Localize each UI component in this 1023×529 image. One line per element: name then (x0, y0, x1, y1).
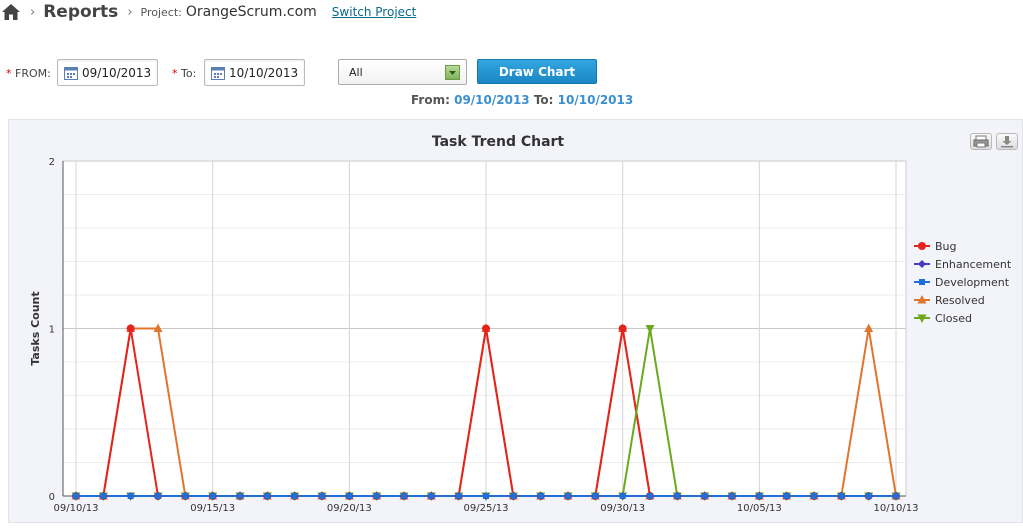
data-point (701, 493, 708, 499)
data-point (127, 493, 134, 499)
to-date-value: 10/10/2013 (229, 65, 299, 80)
y-tick-label: 0 (49, 492, 55, 503)
data-point (319, 493, 325, 499)
y-axis-label: Tasks Count (29, 291, 42, 365)
legend-item-label: Enhancement (935, 258, 1012, 271)
data-point (783, 493, 790, 499)
data-point (73, 493, 79, 499)
page-title: Reports (43, 2, 119, 22)
data-point (537, 493, 544, 499)
from-date-value: 09/10/2013 (82, 65, 152, 80)
chart-title: Task Trend Chart (432, 134, 565, 150)
type-select[interactable]: All (338, 59, 467, 85)
legend-item-label: Resolved (935, 294, 985, 307)
legend-marker (918, 260, 926, 268)
legend-item-label: Development (935, 276, 1010, 289)
switch-project-link[interactable]: Switch Project (332, 5, 417, 19)
export-button[interactable] (996, 133, 1018, 150)
task-trend-chart: 0 1 2 09/10/13 09/15/13 09/20/13 09/25/13 09/30… (29, 134, 1012, 514)
legend-marker (918, 242, 926, 250)
x-tick-label: 09/10/13 (54, 503, 99, 514)
legend-item-label: Bug (935, 240, 957, 253)
data-point (619, 493, 626, 499)
legend-marker (919, 279, 925, 285)
data-point (674, 493, 681, 499)
data-point (618, 324, 627, 333)
data-point (291, 493, 298, 499)
data-point (428, 493, 435, 499)
breadcrumb-separator-icon: › (30, 4, 36, 20)
data-point (373, 493, 380, 499)
data-point (100, 493, 107, 499)
data-point (126, 324, 135, 333)
data-point (209, 493, 216, 499)
x-tick-label: 09/20/13 (327, 503, 372, 514)
calendar-icon[interactable] (64, 66, 78, 80)
breadcrumb: › Reports › Project: OrangeScrum.com Swi… (0, 0, 416, 24)
calendar-icon[interactable] (211, 66, 225, 80)
chart-panel: 0 1 2 09/10/13 09/15/13 09/20/13 09/25/13 09/30… (8, 119, 1023, 523)
data-point (592, 493, 599, 499)
data-point (155, 493, 161, 499)
data-point (346, 493, 353, 499)
download-icon (1001, 136, 1013, 148)
project-label: Project: (140, 5, 182, 19)
data-point (510, 493, 517, 499)
x-tick-label: 10/05/13 (737, 503, 782, 514)
date-range-summary: From: 09/10/2013 To: 10/10/2013 (411, 93, 634, 107)
x-tick-label: 10/10/13 (874, 503, 919, 514)
type-select-value: All (349, 66, 363, 79)
report-filters: * FROM: 09/10/2013 * To: 10/10/2013 All … (0, 58, 1023, 90)
data-point (237, 493, 243, 499)
data-point (756, 493, 763, 499)
from-label: * FROM: (6, 67, 51, 80)
data-point (865, 493, 872, 499)
y-tick-label: 1 (49, 325, 55, 336)
print-button[interactable] (970, 133, 992, 150)
to-label: * To: (172, 67, 197, 80)
data-point (182, 493, 189, 499)
from-date-field[interactable]: 09/10/2013 (57, 59, 158, 86)
x-tick-label: 09/15/13 (190, 503, 235, 514)
data-point (811, 493, 817, 499)
data-point (647, 493, 653, 499)
draw-chart-button[interactable]: Draw Chart (477, 59, 597, 84)
data-point (565, 493, 571, 499)
breadcrumb-separator-icon: › (127, 4, 133, 20)
legend-item-label: Closed (935, 312, 972, 325)
print-icon (973, 135, 989, 148)
data-point (455, 493, 462, 499)
dropdown-arrow-icon[interactable] (445, 65, 460, 80)
home-icon[interactable] (1, 3, 21, 21)
data-point (729, 493, 735, 499)
y-tick-label: 2 (49, 157, 55, 168)
data-point (482, 324, 490, 333)
x-tick-label: 09/30/13 (600, 503, 645, 514)
data-point (893, 493, 899, 499)
data-point (401, 493, 407, 499)
data-point (838, 493, 845, 499)
to-date-field[interactable]: 10/10/2013 (204, 59, 305, 86)
x-tick-label: 09/25/13 (464, 503, 509, 514)
data-point (264, 493, 271, 499)
data-point (483, 493, 489, 499)
project-name: OrangeScrum.com (185, 4, 317, 20)
